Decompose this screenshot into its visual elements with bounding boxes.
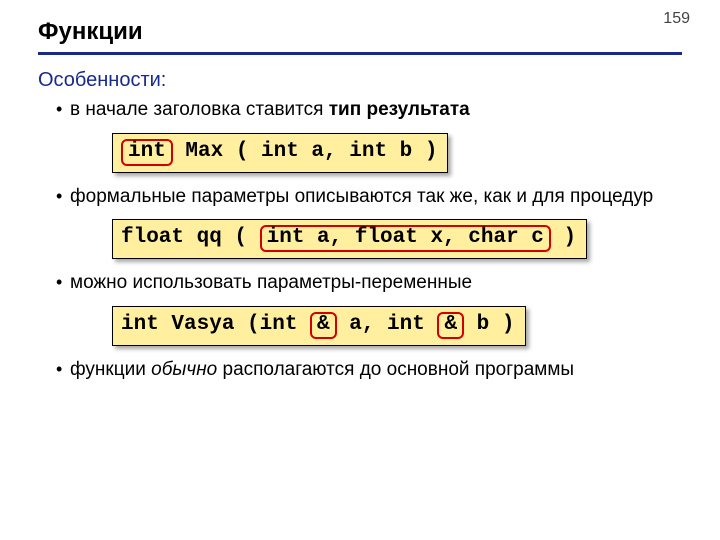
code-text: Max ( int a, int b ): [173, 140, 438, 163]
code-block-3: int Vasya (int & a, int & b ): [112, 306, 526, 346]
page-title: Функции: [38, 18, 682, 55]
code-block-1: int Max ( int a, int b ): [112, 133, 448, 173]
page-number: 159: [663, 10, 690, 28]
bullet-italic: обычно: [151, 359, 217, 380]
bullet-text: располагаются до основной программы: [217, 359, 574, 380]
bullet-list: в начале заголовка ставится тип результа…: [38, 98, 682, 383]
highlight-box: &: [437, 312, 464, 339]
bullet-bold: тип результата: [329, 99, 470, 120]
list-item: формальные параметры описываются так же,…: [56, 185, 682, 268]
bullet-text: функции: [70, 359, 151, 380]
list-item: функции обычно располагаются до основной…: [56, 358, 682, 383]
highlight-box: int: [121, 139, 173, 166]
bullet-text: в начале заголовка ставится: [70, 99, 329, 120]
list-item: в начале заголовка ставится тип результа…: [56, 98, 682, 181]
bullet-text: формальные параметры описываются так же,…: [70, 186, 653, 207]
bullet-text: можно использовать параметры-переменные: [70, 272, 472, 293]
code-text: ): [551, 226, 576, 249]
list-item: можно использовать параметры-переменные …: [56, 271, 682, 354]
subheading: Особенности:: [38, 69, 682, 92]
highlight-box: int a, float x, char c: [260, 225, 551, 252]
code-text: int Vasya (int: [121, 313, 310, 336]
code-block-2: float qq ( int a, float x, char c ): [112, 219, 587, 259]
code-text: a, int: [337, 313, 438, 336]
code-text: b ): [464, 313, 514, 336]
highlight-box: &: [310, 312, 337, 339]
code-text: float qq (: [121, 226, 260, 249]
